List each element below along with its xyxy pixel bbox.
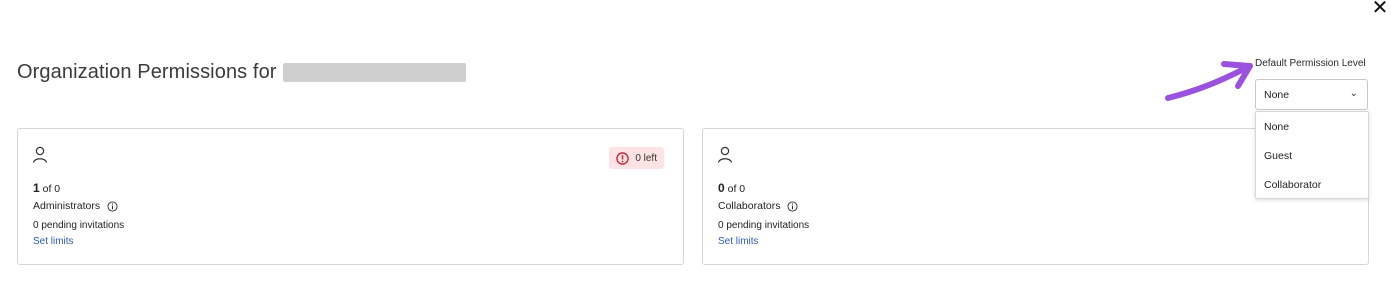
role-label-row: Collaborators xyxy=(718,200,798,212)
badge-text: 0 left xyxy=(635,152,657,164)
default-permission-label: Default Permission Level xyxy=(1255,58,1366,69)
role-label: Administrators xyxy=(33,200,101,212)
dropdown-option-none[interactable]: None xyxy=(1256,116,1368,145)
page-title-row: Organization Permissions for xyxy=(17,61,466,84)
annotation-arrow xyxy=(1165,61,1253,101)
close-icon[interactable]: ✕ xyxy=(1369,0,1391,18)
info-icon[interactable] xyxy=(107,200,118,212)
redacted-organization-name xyxy=(282,63,466,82)
page-title: Organization Permissions for xyxy=(17,61,277,83)
seat-count-total: of 0 xyxy=(42,183,61,195)
administrators-card: 0 left 1 of 0 Administrators 0 pending i… xyxy=(17,128,684,265)
seat-count: 1 of 0 xyxy=(33,181,60,195)
default-permission-select[interactable]: None ⌄ xyxy=(1255,79,1368,110)
set-limits-link[interactable]: Set limits xyxy=(33,236,74,247)
permission-dropdown-menu: None Guest Collaborator xyxy=(1255,111,1369,199)
seat-count-number: 0 xyxy=(718,181,725,195)
set-limits-link[interactable]: Set limits xyxy=(718,236,759,247)
alert-circle-icon xyxy=(616,151,630,165)
chevron-down-icon: ⌄ xyxy=(1349,88,1358,99)
pending-invitations: 0 pending invitations xyxy=(33,220,125,231)
seat-count-number: 1 xyxy=(33,181,40,195)
permissions-page: ✕ Organization Permissions for Default P… xyxy=(0,0,1391,286)
selected-permission-value: None xyxy=(1264,88,1290,101)
pending-invitations: 0 pending invitations xyxy=(718,220,810,231)
info-icon[interactable] xyxy=(787,200,798,212)
role-label: Collaborators xyxy=(718,200,781,212)
role-label-row: Administrators xyxy=(33,200,118,212)
seats-left-badge: 0 left xyxy=(609,147,664,169)
seat-count: 0 of 0 xyxy=(718,181,745,195)
dropdown-option-collaborator[interactable]: Collaborator xyxy=(1256,174,1368,203)
user-icon xyxy=(32,146,48,163)
user-icon xyxy=(717,146,733,163)
seat-count-total: of 0 xyxy=(727,183,746,195)
dropdown-option-guest[interactable]: Guest xyxy=(1256,145,1368,174)
